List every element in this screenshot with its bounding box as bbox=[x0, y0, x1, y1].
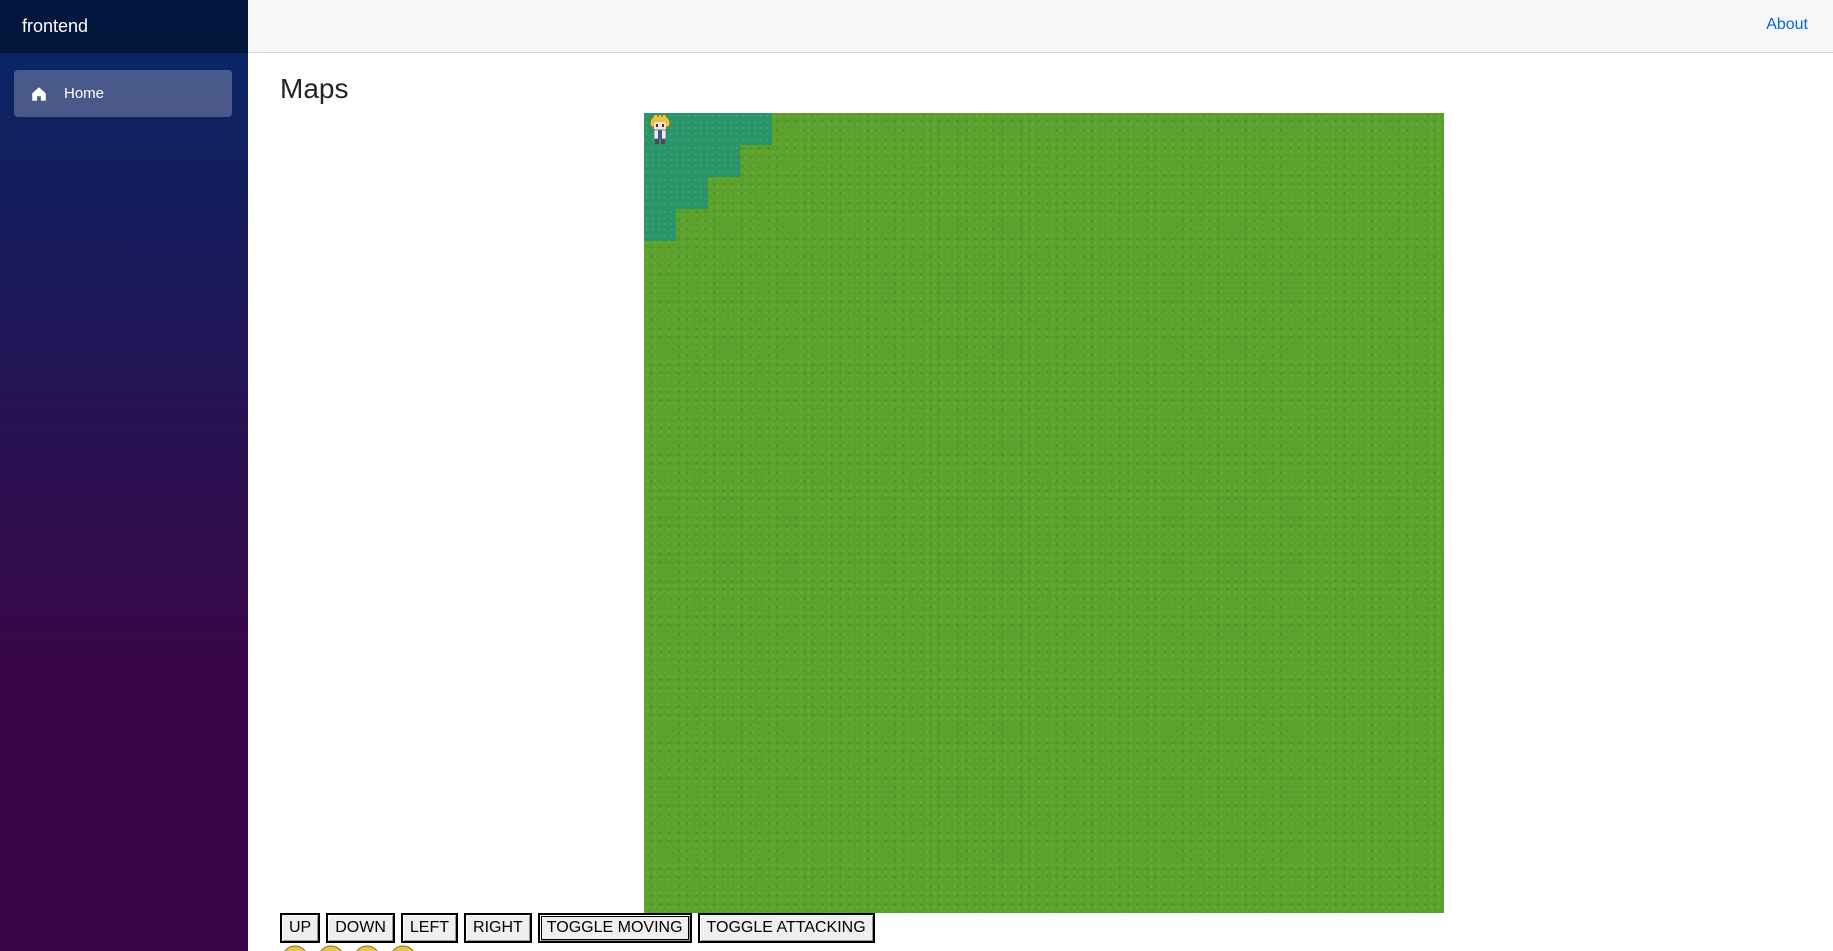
app-root: frontend Home About Maps UP DOWN LEFT RI… bbox=[0, 0, 1833, 951]
sidebar-item-home[interactable]: Home bbox=[14, 70, 232, 117]
top-bar: About bbox=[248, 0, 1833, 53]
game-map[interactable] bbox=[644, 113, 1444, 913]
up-button[interactable]: UP bbox=[280, 913, 321, 943]
water-tile-row-2 bbox=[644, 145, 740, 177]
hero-sprite bbox=[649, 113, 671, 144]
sprite-frame-2 bbox=[320, 945, 342, 951]
movement-controls: UP DOWN LEFT RIGHT TOGGLE MOVING TOGGLE … bbox=[280, 913, 875, 943]
home-icon bbox=[30, 85, 48, 103]
brand-bar: frontend bbox=[0, 0, 248, 53]
water-tile-row-3 bbox=[644, 177, 708, 209]
toggle-attacking-button[interactable]: TOGGLE ATTACKING bbox=[697, 913, 875, 943]
sidebar-item-label: Home bbox=[64, 85, 105, 102]
sprite-frame-1 bbox=[284, 945, 306, 951]
left-button[interactable]: LEFT bbox=[400, 913, 459, 943]
page-title: Maps bbox=[280, 73, 349, 104]
right-button[interactable]: RIGHT bbox=[464, 913, 532, 943]
down-button[interactable]: DOWN bbox=[326, 913, 395, 943]
sprite-sheet-preview bbox=[280, 944, 418, 951]
sidebar: frontend Home bbox=[0, 0, 248, 951]
sidebar-nav: Home bbox=[0, 53, 248, 117]
sprite-frame-3 bbox=[356, 945, 378, 951]
app-brand[interactable]: frontend bbox=[22, 16, 88, 37]
main-content: Maps UP DOWN LEFT RIGHT TOGGLE MOVING TO… bbox=[280, 53, 1833, 951]
sprite-frame-4 bbox=[392, 945, 414, 951]
toggle-moving-button[interactable]: TOGGLE MOVING bbox=[537, 913, 692, 943]
about-link[interactable]: About bbox=[1766, 16, 1808, 34]
water-tile-row-4 bbox=[644, 209, 676, 241]
